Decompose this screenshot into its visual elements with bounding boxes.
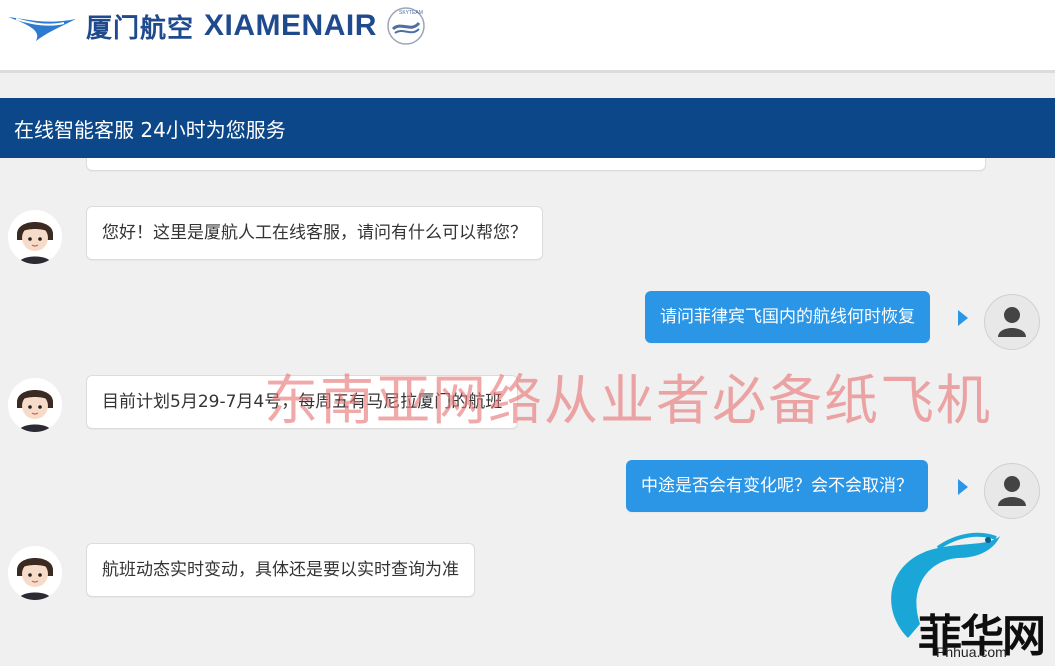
user-bubble-tail xyxy=(958,479,968,495)
site-url[interactable]: Phhua.com xyxy=(936,644,1007,660)
chat-header-title: 在线智能客服 24小时为您服务 xyxy=(14,118,286,142)
user-avatar xyxy=(984,294,1040,350)
user-message-bubble: 请问菲律宾飞国内的航线何时恢复 xyxy=(645,291,930,343)
agent-message-text: 您好！这里是厦航人工在线客服，请问有什么可以帮您？ xyxy=(102,223,527,243)
bird-logo-icon xyxy=(8,17,76,41)
agent-avatar-icon xyxy=(8,546,62,600)
user-bubble-tail xyxy=(958,310,968,326)
skyteam-label: SKYTEAM xyxy=(399,10,423,16)
user-avatar-icon xyxy=(998,307,1026,337)
xiamen-air-logo[interactable]: 厦门航空 XIAMENAIR SKYTEAM xyxy=(6,6,427,46)
chat-header: 在线智能客服 24小时为您服务 xyxy=(0,98,1055,158)
agent-message-bubble: 航班动态实时变动，具体还是要以实时查询为准 xyxy=(86,543,475,597)
partial-message-bubble xyxy=(86,158,986,171)
user-message-bubble: 中途是否会有变化呢？会不会取消？ xyxy=(626,460,928,512)
top-bar: 厦门航空 XIAMENAIR SKYTEAM xyxy=(0,0,1055,73)
agent-avatar xyxy=(8,378,62,432)
agent-avatar-icon xyxy=(8,378,62,432)
user-message-text: 中途是否会有变化呢？会不会取消？ xyxy=(641,476,913,496)
brand-name-cn: 厦门航空 xyxy=(86,13,195,44)
agent-message-bubble: 您好！这里是厦航人工在线客服，请问有什么可以帮您？ xyxy=(86,206,543,260)
agent-message-text: 航班动态实时变动，具体还是要以实时查询为准 xyxy=(102,560,459,580)
user-message-text: 请问菲律宾飞国内的航线何时恢复 xyxy=(660,307,915,327)
brand-name-en: XIAMENAIR xyxy=(204,9,377,42)
user-avatar xyxy=(984,463,1040,519)
agent-avatar xyxy=(8,546,62,600)
user-avatar-icon xyxy=(998,476,1026,506)
agent-avatar xyxy=(8,210,62,264)
skyteam-icon: SKYTEAM xyxy=(387,7,425,45)
watermark-text: 东南亚网络从业者必备纸飞机 xyxy=(264,369,992,432)
agent-avatar-icon xyxy=(8,210,62,264)
